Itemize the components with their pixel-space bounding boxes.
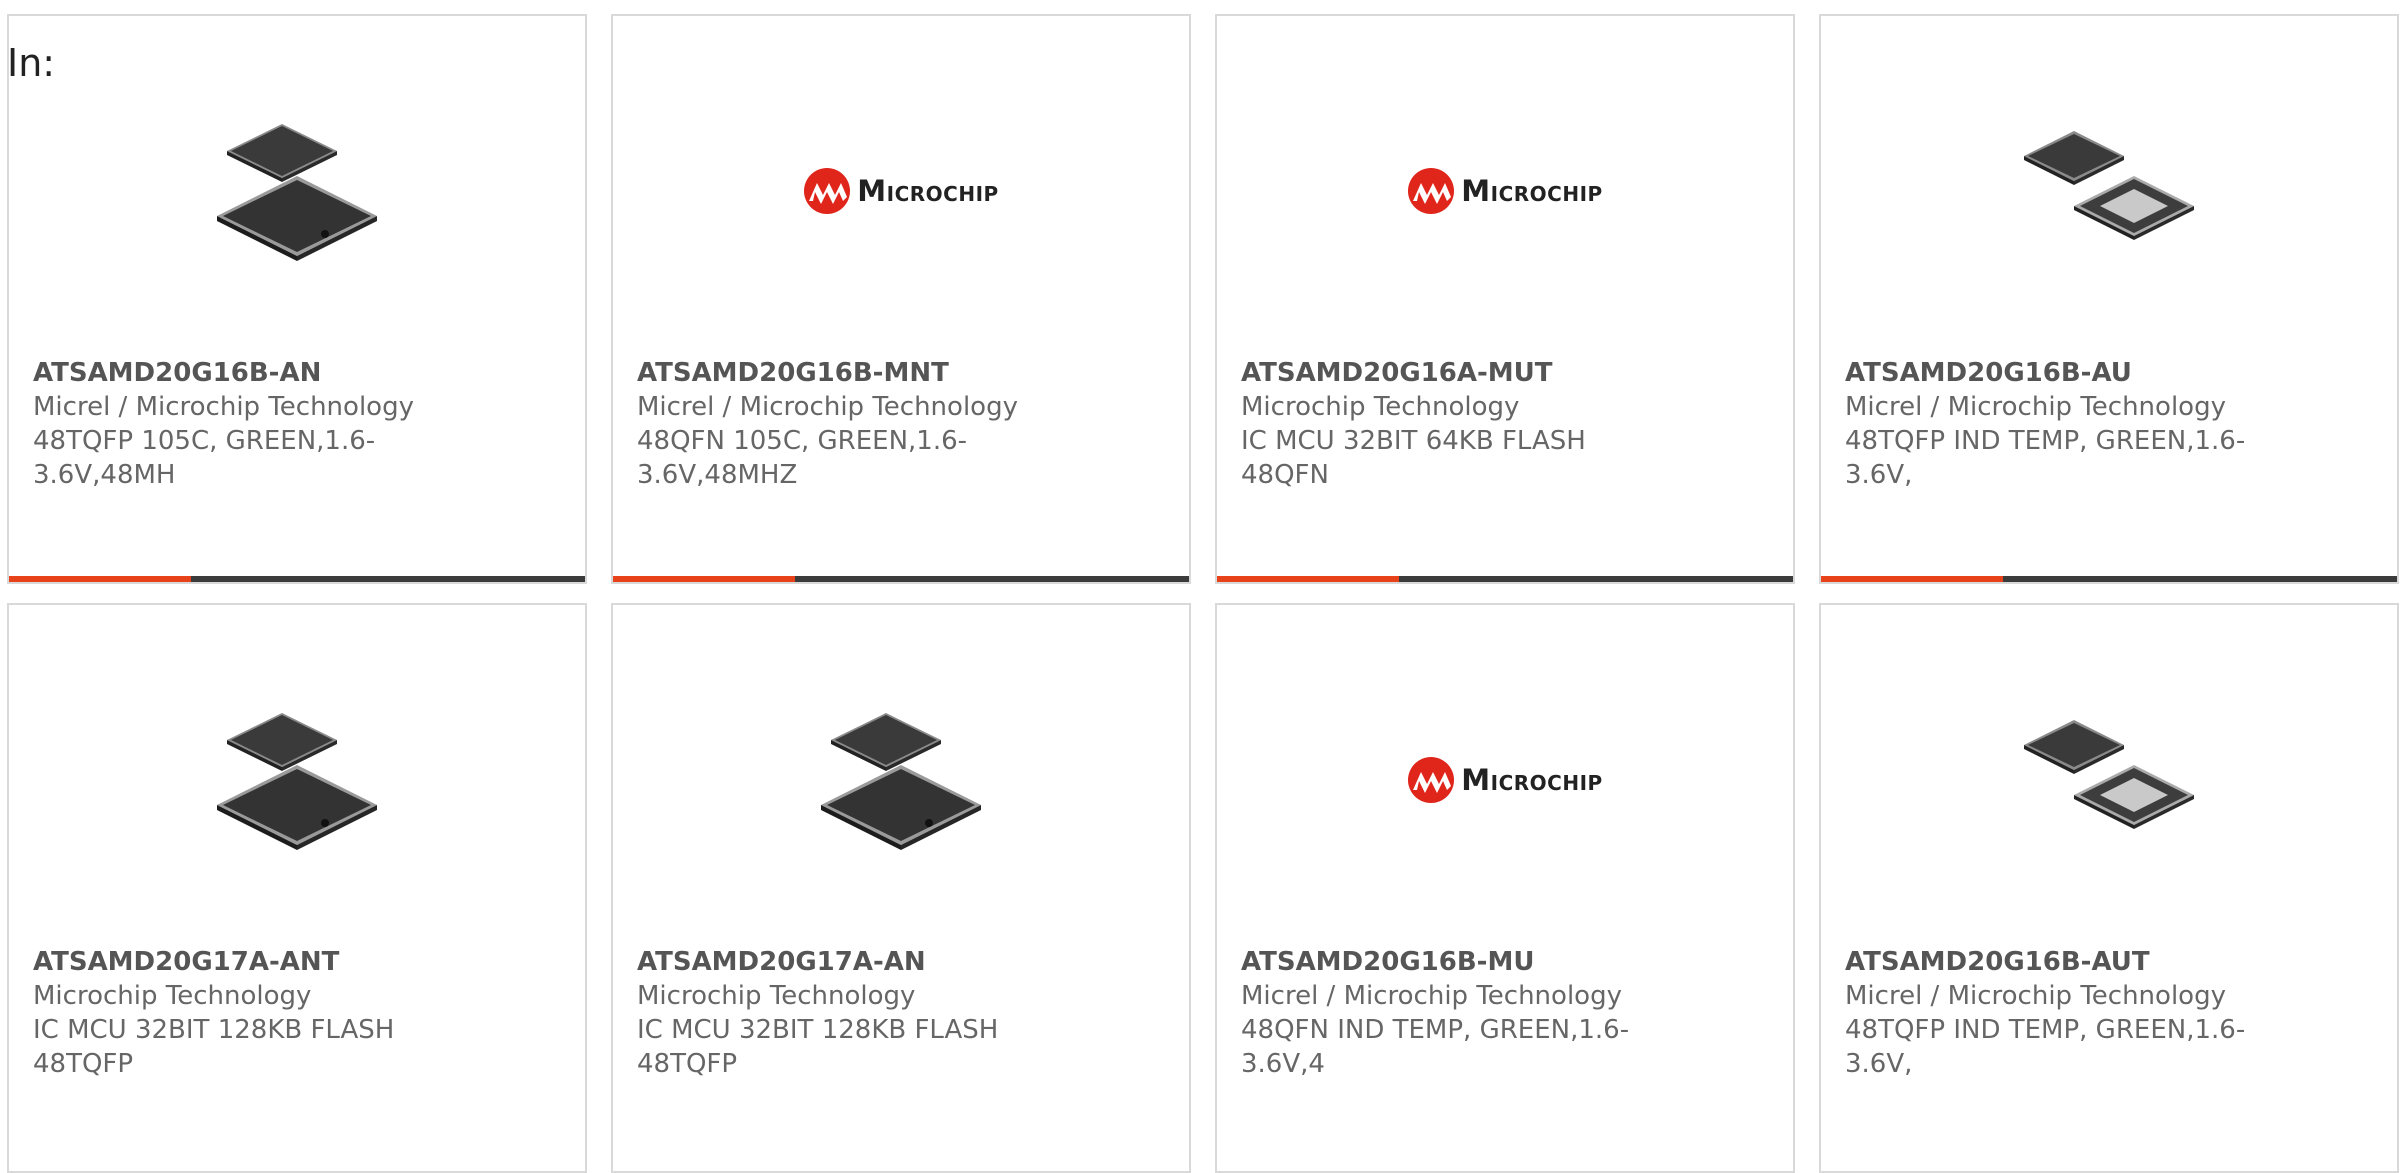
product-image[interactable] [1821,675,2397,885]
product-image[interactable]: Microchip [1217,675,1793,885]
product-description-line2: 48TQFP [33,1049,134,1079]
product-description-line2: 3.6V, [1845,460,1913,490]
tqfp-chip-bottom-image [2024,720,2194,829]
card-footer-accent [1821,576,2003,582]
card-footer-bar [613,576,1189,582]
tqfp-chip-image [821,713,981,850]
product-card[interactable]: ATSAMD20G17A-ANT Microchip Technology IC… [7,603,587,1173]
product-description-line1: IC MCU 32BIT 128KB FLASH [637,1015,999,1045]
product-card[interactable]: ATSAMD20G16B-AU Micrel / Microchip Techn… [1819,14,2399,584]
product-info: ATSAMD20G16B-AN Micrel / Microchip Techn… [33,356,463,492]
product-part-number-link[interactable]: ATSAMD20G16B-MU [1241,945,1671,979]
product-manufacturer: Microchip Technology [637,981,916,1011]
microchip-logo-icon [1408,757,1455,803]
product-part-number-link[interactable]: ATSAMD20G16B-AN [33,356,463,390]
product-manufacturer: Microchip Technology [1241,392,1520,422]
card-footer-bar [1821,576,2397,582]
product-info: ATSAMD20G16B-MNT Micrel / Microchip Tech… [637,356,1067,492]
product-info: ATSAMD20G17A-AN Microchip Technology IC … [637,945,1067,1081]
product-card[interactable]: ATSAMD20G16B-AUT Micrel / Microchip Tech… [1819,603,2399,1173]
product-description-line1: 48TQFP 105C, GREEN,1.6- [33,426,376,456]
product-image[interactable]: Microchip [613,86,1189,296]
product-description-line2: 3.6V, [1845,1049,1913,1079]
product-part-number-link[interactable]: ATSAMD20G16B-AU [1845,356,2275,390]
product-info: ATSAMD20G16B-AU Micrel / Microchip Techn… [1845,356,2275,492]
card-footer-accent [613,576,795,582]
product-card[interactable]: Microchip ATSAMD20G16B-MNT Micrel / Micr… [611,14,1191,584]
product-description-line2: 48QFN [1241,460,1329,490]
product-image[interactable] [1821,86,2397,296]
microchip-logo-icon [1408,168,1455,214]
product-part-number-link[interactable]: ATSAMD20G16B-AUT [1845,945,2275,979]
product-image[interactable] [9,675,585,885]
product-description-line1: 48QFN 105C, GREEN,1.6- [637,426,968,456]
product-image[interactable] [613,675,1189,885]
product-manufacturer: Micrel / Microchip Technology [1845,981,2226,1011]
product-card[interactable]: ATSAMD20G17A-AN Microchip Technology IC … [611,603,1191,1173]
product-description-line1: IC MCU 32BIT 128KB FLASH [33,1015,395,1045]
microchip-logo-text: Microchip [1461,763,1603,797]
product-description-line1: 48QFN IND TEMP, GREEN,1.6- [1241,1015,1630,1045]
product-info: ATSAMD20G17A-ANT Microchip Technology IC… [33,945,463,1081]
microchip-logo: Microchip [1407,167,1602,215]
product-manufacturer: Micrel / Microchip Technology [1241,981,1622,1011]
product-card[interactable]: Microchip ATSAMD20G16A-MUT Microchip Tec… [1215,14,1795,584]
product-card[interactable]: Microchip ATSAMD20G16B-MU Micrel / Micro… [1215,603,1795,1173]
product-manufacturer: Micrel / Microchip Technology [33,392,414,422]
product-description-line2: 3.6V,48MHZ [637,460,798,490]
product-description-line1: 48TQFP IND TEMP, GREEN,1.6- [1845,1015,2246,1045]
product-image[interactable]: Microchip [1217,86,1793,296]
product-info: ATSAMD20G16B-AUT Micrel / Microchip Tech… [1845,945,2275,1081]
product-info: ATSAMD20G16A-MUT Microchip Technology IC… [1241,356,1671,492]
microchip-logo-text: Microchip [1461,174,1603,208]
product-description-line1: 48TQFP IND TEMP, GREEN,1.6- [1845,426,2246,456]
product-manufacturer: Micrel / Microchip Technology [1845,392,2226,422]
product-part-number-link[interactable]: ATSAMD20G16A-MUT [1241,356,1671,390]
microchip-logo: Microchip [803,167,998,215]
product-part-number-link[interactable]: ATSAMD20G17A-ANT [33,945,463,979]
product-part-number-link[interactable]: ATSAMD20G17A-AN [637,945,1067,979]
card-footer-accent [1217,576,1399,582]
microchip-logo-text: Microchip [857,174,999,208]
product-description-line2: 3.6V,4 [1241,1049,1325,1079]
microchip-logo-icon [804,168,851,214]
tqfp-chip-image [217,124,377,261]
card-footer-accent [9,576,191,582]
product-card[interactable]: ATSAMD20G16B-AN Micrel / Microchip Techn… [7,14,587,584]
product-description-line1: IC MCU 32BIT 64KB FLASH [1241,426,1586,456]
product-description-line2: 48TQFP [637,1049,738,1079]
product-info: ATSAMD20G16B-MU Micrel / Microchip Techn… [1241,945,1671,1081]
card-footer-bar [9,576,585,582]
product-manufacturer: Microchip Technology [33,981,312,1011]
product-part-number-link[interactable]: ATSAMD20G16B-MNT [637,356,1067,390]
product-description-line2: 3.6V,48MH [33,460,176,490]
filter-in-label: In: [7,41,56,85]
product-image[interactable] [9,86,585,296]
tqfp-chip-bottom-image [2024,131,2194,240]
product-manufacturer: Micrel / Microchip Technology [637,392,1018,422]
microchip-logo: Microchip [1407,756,1602,804]
tqfp-chip-image [217,713,377,850]
card-footer-bar [1217,576,1793,582]
product-grid: ATSAMD20G16B-AN Micrel / Microchip Techn… [0,0,2400,1173]
